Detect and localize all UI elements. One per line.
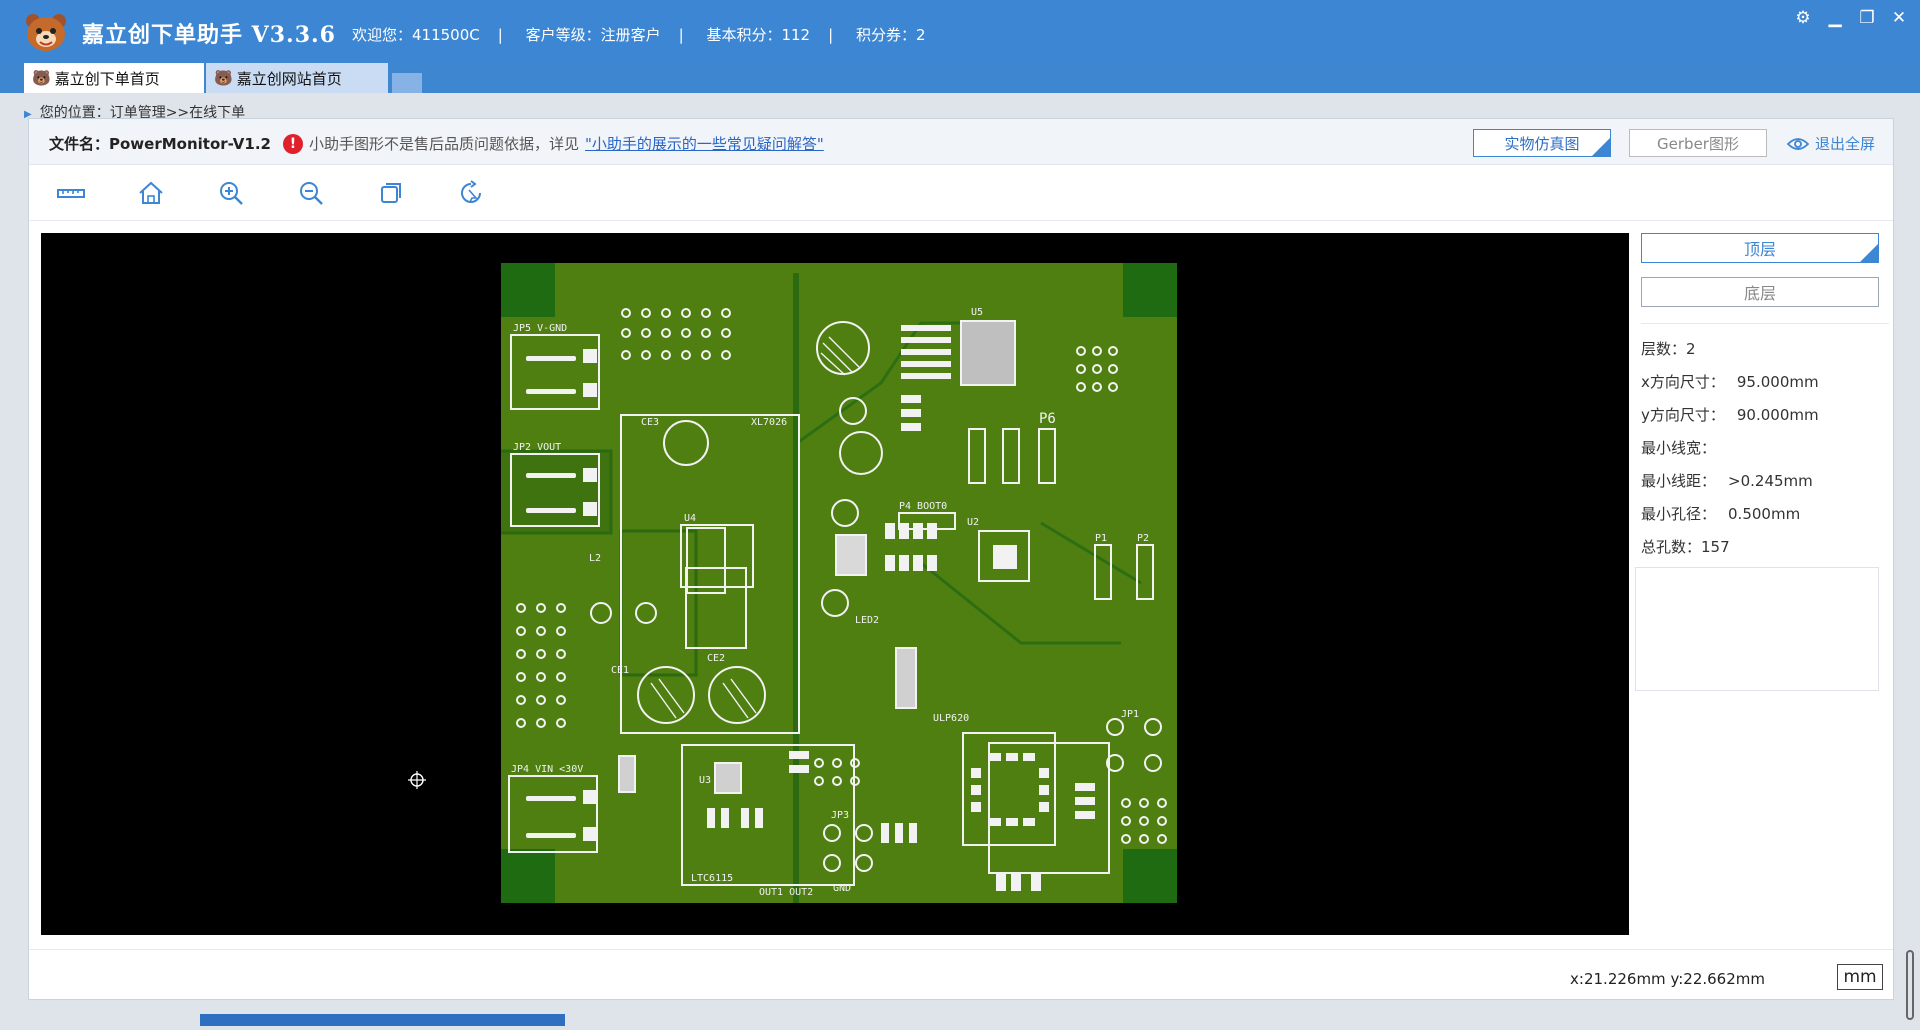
warning-icon: ! bbox=[283, 133, 303, 154]
selected-corner-icon bbox=[1592, 138, 1610, 156]
pcb-label-jp3: JP3 bbox=[831, 810, 849, 821]
pcb-label-u3: U3 bbox=[699, 775, 711, 786]
notes-box bbox=[1635, 567, 1879, 691]
prop-x-size: x方向尺寸： 95.000mm bbox=[1641, 372, 1819, 392]
home-icon[interactable] bbox=[135, 177, 167, 209]
rotate-icon[interactable] bbox=[455, 177, 487, 209]
measure-icon[interactable] bbox=[55, 177, 87, 209]
pcb-viewer-dialog: 文件名：PowerMonitor-V1.2 ! 小助手图形不是售后品质问题依据，… bbox=[28, 118, 1894, 1000]
pcb-label-ce1: CE1 bbox=[611, 665, 629, 676]
prop-min-trace-width: 最小线宽： bbox=[1641, 439, 1717, 457]
crosshair-cursor-icon bbox=[408, 771, 426, 789]
bear-logo-icon bbox=[26, 14, 66, 51]
prop-min-spacing: 最小线距： >0.245mm bbox=[1641, 471, 1813, 491]
prop-layer-count: 层数： 2 bbox=[1641, 339, 1696, 359]
prop-y-size: y方向尺寸： 90.000mm bbox=[1641, 405, 1819, 425]
level-text: 客户等级：注册客户 bbox=[525, 26, 661, 44]
pcb-label-jp5: JP5 V-GND bbox=[513, 323, 567, 334]
pcb-label-ce2: CE2 bbox=[707, 653, 725, 664]
copy-icon[interactable] bbox=[375, 177, 407, 209]
welcome-text: 欢迎您：411500C bbox=[352, 26, 480, 44]
gerber-view-button[interactable]: Gerber图形 bbox=[1629, 129, 1767, 157]
prop-min-hole: 最小孔径： 0.500mm bbox=[1641, 504, 1801, 524]
pcb-label-led2: LED2 bbox=[855, 615, 879, 626]
layer-side-panel: 顶层 底层 层数： 2 x方向尺寸： 95.000mm y方向尺寸： 90.000mm… bbox=[1635, 233, 1889, 691]
prop-total-holes: 总孔数： 157 bbox=[1641, 537, 1730, 557]
faq-link[interactable]: "小助手的展示的一些常见疑问解答" bbox=[585, 133, 824, 154]
title-bar: 嘉立创下单助手 V3.3.6 欢迎您：411500C | 客户等级：注册客户 | 基… bbox=[0, 0, 1920, 62]
zoom-out-icon[interactable] bbox=[295, 177, 327, 209]
settings-icon[interactable]: ⚙ bbox=[1794, 8, 1812, 28]
pcb-label-jp4: JP4 VIN <30V bbox=[511, 764, 583, 775]
selected-corner-icon bbox=[1860, 244, 1878, 262]
pcb-label-gnd: GND bbox=[833, 883, 851, 894]
sim-view-button[interactable]: 实物仿真图 bbox=[1473, 129, 1611, 157]
horizontal-scrollbar[interactable] bbox=[200, 1014, 565, 1026]
pcb-label-jp2: JP2 VOUT bbox=[513, 442, 561, 453]
unit-toggle-button[interactable]: mm bbox=[1837, 964, 1883, 990]
board-properties: 层数： 2 x方向尺寸： 95.000mm y方向尺寸： 90.000mm 最小线宽：… bbox=[1641, 323, 1889, 563]
pcb-label-u4: U4 bbox=[684, 513, 696, 524]
restore-icon[interactable]: ❐ bbox=[1858, 8, 1876, 28]
file-name: 文件名：PowerMonitor-V1.2 bbox=[49, 135, 271, 153]
pcb-canvas[interactable]: JP5 V-GND JP2 VOUT JP4 VIN <30V U5 U4 U2… bbox=[41, 233, 1629, 935]
tab-website-home[interactable]: 🐻 嘉立创网站首页 bbox=[206, 63, 388, 93]
pcb-label-jp1: JP1 bbox=[1121, 709, 1139, 720]
view-toolbar bbox=[29, 165, 1893, 221]
pcb-label-p2: P2 bbox=[1137, 533, 1149, 544]
coupons-text: 积分券：2 bbox=[855, 26, 926, 44]
app-title: 嘉立创下单助手 V3.3.6 bbox=[82, 22, 336, 48]
points-text: 基本积分：112 bbox=[706, 26, 811, 44]
pcb-label-ce3: CE3 bbox=[641, 417, 659, 428]
pcb-label-xl: XL7026 bbox=[751, 417, 787, 428]
pcb-label-ulp: ULP620 bbox=[933, 713, 969, 724]
pcb-label-ltc: LTC6115 bbox=[691, 873, 733, 884]
pcb-label-out: OUT1 OUT2 bbox=[759, 887, 813, 898]
pcb-board-render: JP5 V-GND JP2 VOUT JP4 VIN <30V U5 U4 U2… bbox=[501, 263, 1177, 903]
exit-fullscreen-button[interactable]: 退出全屏 bbox=[1787, 133, 1875, 154]
vertical-scrollbar[interactable] bbox=[1906, 950, 1914, 1020]
bear-tab-icon: 🐻 bbox=[214, 69, 233, 87]
status-footer: x:21.226mm y:22.662mm mm bbox=[29, 949, 1893, 1001]
bottom-layer-button[interactable]: 底层 bbox=[1641, 277, 1879, 307]
tab-order-home[interactable]: 🐻 嘉立创下单首页 bbox=[24, 63, 204, 93]
minimize-icon[interactable]: ▁ bbox=[1826, 8, 1844, 28]
pcb-label-p6: P6 bbox=[1039, 411, 1056, 427]
eye-icon bbox=[1787, 137, 1809, 150]
window-controls: ⚙ ▁ ❐ ✕ bbox=[1794, 8, 1908, 28]
tab-bar: 🐻 嘉立创下单首页 🐻 嘉立创网站首页 bbox=[24, 63, 422, 93]
pcb-label-l2: L2 bbox=[589, 553, 601, 564]
new-tab-button[interactable] bbox=[392, 73, 422, 93]
pcb-label-u5: U5 bbox=[971, 307, 983, 318]
pcb-label-p4: P4 BOOT0 bbox=[899, 501, 947, 512]
bear-tab-icon: 🐻 bbox=[32, 69, 51, 87]
pcb-label-u2: U2 bbox=[967, 517, 979, 528]
warning-note: ! 小助手图形不是售后品质问题依据，详见 "小助手的展示的一些常见疑问解答" bbox=[283, 133, 824, 154]
account-info: 欢迎您：411500C | 客户等级：注册客户 | 基本积分：112 | 积分券：2 bbox=[352, 26, 926, 44]
pcb-label-p1: P1 bbox=[1095, 533, 1107, 544]
top-layer-button[interactable]: 顶层 bbox=[1641, 233, 1879, 263]
close-icon[interactable]: ✕ bbox=[1890, 8, 1908, 28]
cursor-coordinates: x:21.226mm y:22.662mm bbox=[1570, 970, 1765, 988]
zoom-in-icon[interactable] bbox=[215, 177, 247, 209]
file-bar: 文件名：PowerMonitor-V1.2 ! 小助手图形不是售后品质问题依据，… bbox=[29, 119, 1893, 165]
